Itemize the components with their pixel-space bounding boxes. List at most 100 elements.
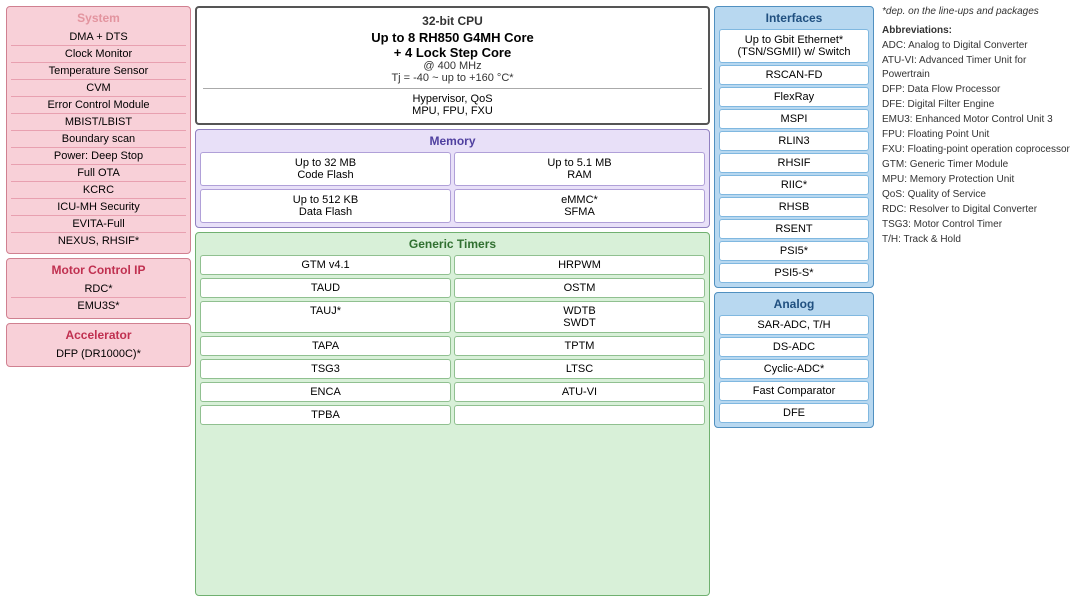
cpu-main-line1: Up to 8 RH850 G4MH Core [203,30,702,45]
system-item: ICU-MH Security [11,199,186,216]
memory-title: Memory [200,134,705,148]
abbr-item: DFP: Data Flow Processor [882,83,1074,97]
abbr-item: T/H: Track & Hold [882,233,1074,247]
cpu-bottom-line1: Hypervisor, QoS [203,93,702,105]
accel-items: DFP (DR1000C)* [11,346,186,362]
system-item: DMA + DTS [11,29,186,46]
interface-item: RHSB [719,197,869,217]
abbr-item: FXU: Floating-point operation coprocesso… [882,143,1074,157]
system-item: NEXUS, RHSIF* [11,233,186,249]
analog-box: Analog SAR-ADC, T/HDS-ADCCyclic-ADC*Fast… [714,292,874,428]
notes-abbr-title: Abbreviations: [882,25,1074,36]
timer-cell [454,405,705,425]
right-main: Interfaces Up to Gbit Ethernet* (TSN/SGM… [714,6,1074,596]
notes-column: *dep. on the line-ups and packages Abbre… [878,6,1074,596]
motor-item: EMU3S* [11,298,186,314]
system-items: DMA + DTSClock MonitorTemperature Sensor… [11,29,186,249]
accel-title: Accelerator [11,328,186,342]
cpu-main-line2: + 4 Lock Step Core [203,45,702,60]
abbr-item: EMU3: Enhanced Motor Control Unit 3 [882,113,1074,127]
system-item: KCRC [11,182,186,199]
timer-cell: TAUD [200,278,451,298]
interfaces-box: Interfaces Up to Gbit Ethernet* (TSN/SGM… [714,6,874,288]
memory-box: Memory Up to 32 MB Code FlashUp to 5.1 M… [195,129,710,228]
timer-cell: LTSC [454,359,705,379]
cpu-title: 32-bit CPU [203,14,702,28]
system-item: Power: Deep Stop [11,148,186,165]
abbr-item: ADC: Analog to Digital Converter [882,39,1074,53]
system-title: System [11,11,186,25]
main-container: System DMA + DTSClock MonitorTemperature… [0,0,1080,602]
analog-item: Cyclic-ADC* [719,359,869,379]
interface-item: RLIN3 [719,131,869,151]
interface-item: PSI5* [719,241,869,261]
system-item: MBIST/LBIST [11,114,186,131]
cpu-sub-line1: @ 400 MHz [203,60,702,72]
memory-grid: Up to 32 MB Code FlashUp to 5.1 MB RAMUp… [200,152,705,223]
abbr-item: QoS: Quality of Service [882,188,1074,202]
timer-cell: TAPA [200,336,451,356]
interfaces-items: RSCAN-FDFlexRayMSPIRLIN3RHSIFRIIC*RHSBRS… [719,65,869,283]
abbr-item: TSG3: Motor Control Timer [882,218,1074,232]
timer-cell: OSTM [454,278,705,298]
timer-cell: TPBA [200,405,451,425]
interfaces-title: Interfaces [719,11,869,25]
system-item: Temperature Sensor [11,63,186,80]
motor-box: Motor Control IP RDC*EMU3S* [6,258,191,319]
analog-item: DS-ADC [719,337,869,357]
mid-column: 32-bit CPU Up to 8 RH850 G4MH Core + 4 L… [195,6,710,596]
abbr-item: ATU-VI: Advanced Timer Unit for Powertra… [882,54,1074,82]
memory-cell: Up to 5.1 MB RAM [454,152,705,186]
timer-cell: HRPWM [454,255,705,275]
timer-cell: TSG3 [200,359,451,379]
cpu-box: 32-bit CPU Up to 8 RH850 G4MH Core + 4 L… [195,6,710,125]
timers-box: Generic Timers GTM v4.1HRPWMTAUDOSTMTAUJ… [195,232,710,596]
accel-box: Accelerator DFP (DR1000C)* [6,323,191,367]
accel-item: DFP (DR1000C)* [11,346,186,362]
interface-item: PSI5-S* [719,263,869,283]
notes-dep: *dep. on the line-ups and packages [882,6,1074,17]
motor-item: RDC* [11,281,186,298]
system-item: Error Control Module [11,97,186,114]
analog-item: SAR-ADC, T/H [719,315,869,335]
abbr-item: RDC: Resolver to Digital Converter [882,203,1074,217]
system-item: CVM [11,80,186,97]
interface-item: RHSIF [719,153,869,173]
memory-cell: Up to 32 MB Code Flash [200,152,451,186]
timers-grid: GTM v4.1HRPWMTAUDOSTMTAUJ*WDTB SWDTTAPAT… [200,255,705,425]
timer-cell: ENCA [200,382,451,402]
interface-item: RSCAN-FD [719,65,869,85]
system-item: Clock Monitor [11,46,186,63]
interface-item: RSENT [719,219,869,239]
cpu-sub-line2: Tj = -40 ~ up to +160 °C* [203,72,702,84]
timer-cell: TPTM [454,336,705,356]
memory-cell: Up to 512 KB Data Flash [200,189,451,223]
interface-item: FlexRay [719,87,869,107]
analog-item: DFE [719,403,869,423]
cpu-bottom-line2: MPU, FPU, FXU [203,105,702,117]
timer-cell: ATU-VI [454,382,705,402]
motor-items: RDC*EMU3S* [11,281,186,314]
analog-item: Fast Comparator [719,381,869,401]
system-item: EVITA-Full [11,216,186,233]
analog-title: Analog [719,297,869,311]
left-column: System DMA + DTSClock MonitorTemperature… [6,6,191,596]
timer-cell: WDTB SWDT [454,301,705,333]
interface-item: MSPI [719,109,869,129]
analog-items: SAR-ADC, T/HDS-ADCCyclic-ADC*Fast Compar… [719,315,869,423]
abbr-items: ADC: Analog to Digital ConverterATU-VI: … [882,39,1074,247]
abbr-item: GTM: Generic Timer Module [882,158,1074,172]
abbr-item: DFE: Digital Filter Engine [882,98,1074,112]
interface-item: RIIC* [719,175,869,195]
abbr-item: MPU: Memory Protection Unit [882,173,1074,187]
timer-cell: TAUJ* [200,301,451,333]
motor-title: Motor Control IP [11,263,186,277]
timers-title: Generic Timers [200,237,705,251]
interfaces-column: Interfaces Up to Gbit Ethernet* (TSN/SGM… [714,6,874,596]
timer-cell: GTM v4.1 [200,255,451,275]
system-box: System DMA + DTSClock MonitorTemperature… [6,6,191,254]
memory-cell: eMMC* SFMA [454,189,705,223]
right-column: Interfaces Up to Gbit Ethernet* (TSN/SGM… [714,6,1074,596]
system-item: Full OTA [11,165,186,182]
interfaces-top-item: Up to Gbit Ethernet* (TSN/SGMII) w/ Swit… [719,29,869,63]
